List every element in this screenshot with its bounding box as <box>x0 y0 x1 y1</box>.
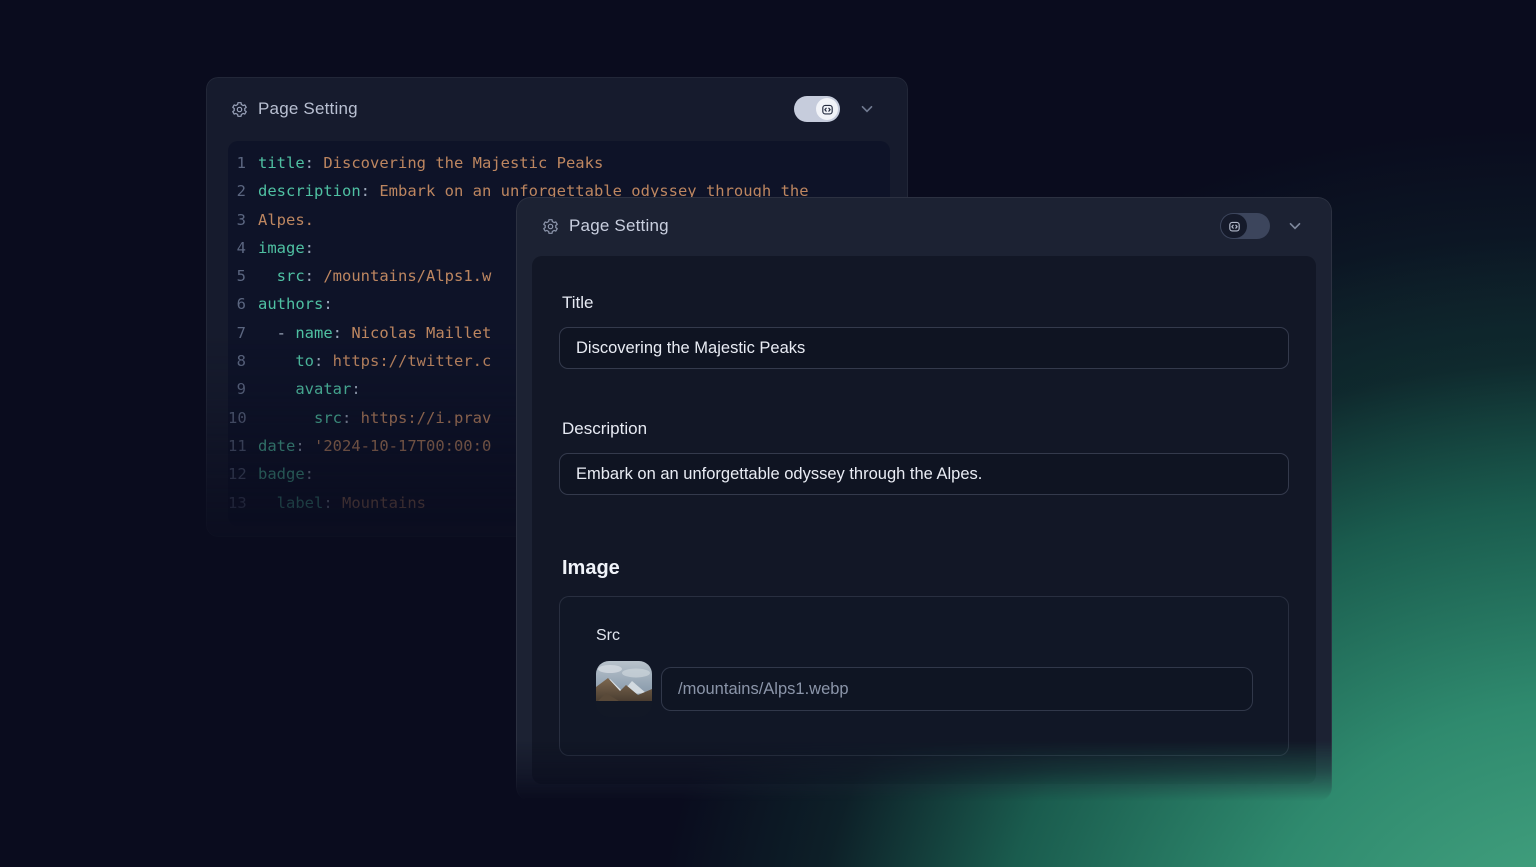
page-background: Page Setting 1title: Discovering the Maj… <box>0 0 1536 867</box>
src-field-label: Src <box>596 627 1288 645</box>
image-settings-card: Src <box>559 596 1289 756</box>
panel-title: Page Setting <box>569 216 669 236</box>
image-section-heading: Image <box>562 557 1289 580</box>
title-input[interactable] <box>559 327 1289 369</box>
code-mode-toggle[interactable] <box>794 96 840 122</box>
title-field-label: Title <box>562 293 1289 313</box>
chevron-down-icon[interactable] <box>857 99 877 119</box>
description-field-label: Description <box>562 419 1289 439</box>
gear-icon <box>542 218 559 235</box>
code-mode-toggle[interactable] <box>1220 213 1270 239</box>
mountain-photo-icon <box>596 661 652 717</box>
description-input[interactable] <box>559 453 1289 495</box>
panel-header: Page Setting <box>207 78 907 140</box>
page-setting-panel-form: Page Setting Title Description <box>516 197 1332 801</box>
code-block-icon <box>1221 214 1247 238</box>
image-src-input[interactable] <box>661 667 1253 711</box>
code-block-icon <box>816 98 838 120</box>
code-line: 1title: Discovering the Majestic Peaks <box>228 149 890 177</box>
panel-header: Page Setting <box>517 198 1331 254</box>
panel-title: Page Setting <box>258 99 358 119</box>
gear-icon <box>231 101 248 118</box>
settings-form: Title Description Image Src <box>532 256 1316 784</box>
chevron-down-icon[interactable] <box>1285 216 1305 236</box>
image-thumbnail[interactable] <box>596 661 652 717</box>
